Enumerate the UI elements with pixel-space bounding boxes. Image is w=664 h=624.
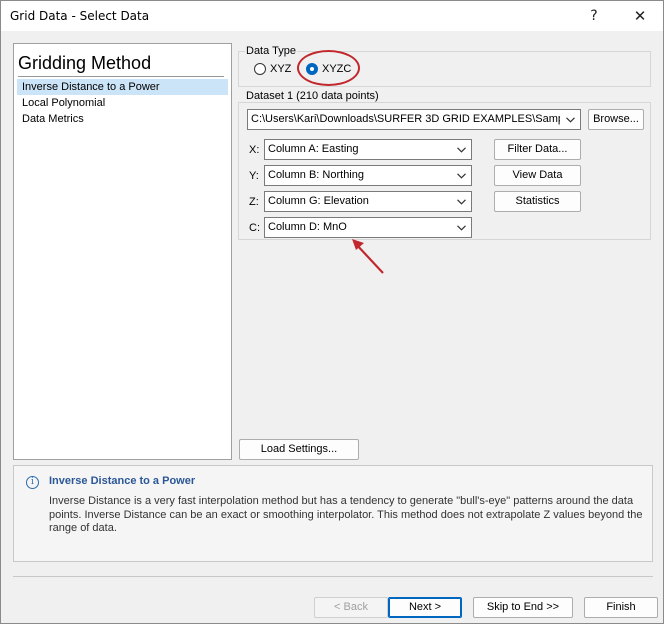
skip-to-end-button[interactable]: Skip to End >> xyxy=(473,597,573,618)
method-item-data-metrics[interactable]: Data Metrics xyxy=(17,111,228,127)
y-axis-label: Y: xyxy=(249,170,259,182)
chevron-down-icon xyxy=(455,192,467,211)
x-column-combo[interactable]: Column A: Easting xyxy=(264,139,472,160)
filter-data-button[interactable]: Filter Data... xyxy=(494,139,581,160)
title-divider xyxy=(18,76,224,77)
chevron-down-icon xyxy=(455,166,467,185)
data-type-label: Data Type xyxy=(245,45,297,57)
c-axis-label: C: xyxy=(249,222,260,234)
y-column-combo[interactable]: Column B: Northing xyxy=(264,165,472,186)
info-description: Inverse Distance is a very fast interpol… xyxy=(49,495,643,534)
load-settings-button[interactable]: Load Settings... xyxy=(239,439,359,460)
x-column-value: Column A: Easting xyxy=(268,143,359,155)
method-list: Inverse Distance to a Power Local Polyno… xyxy=(17,79,228,127)
close-button[interactable]: ✕ xyxy=(617,1,663,31)
help-button[interactable]: ? xyxy=(571,1,617,31)
chevron-down-icon xyxy=(455,140,467,159)
dataset-path-value: C:\Users\Kari\Downloads\SURFER 3D GRID E… xyxy=(251,113,560,125)
gridding-method-title: Gridding Method xyxy=(18,53,152,73)
c-column-value: Column D: MnO xyxy=(268,221,347,233)
x-axis-label: X: xyxy=(249,144,260,156)
annotation-arrow-icon xyxy=(352,239,384,274)
z-column-value: Column G: Elevation xyxy=(268,195,369,207)
gridding-method-panel: Gridding Method Inverse Distance to a Po… xyxy=(13,43,232,460)
radio-xyz-indicator xyxy=(254,63,266,75)
window-title: Grid Data - Select Data xyxy=(10,9,150,23)
dataset-path-combo[interactable]: C:\Users\Kari\Downloads\SURFER 3D GRID E… xyxy=(247,109,581,130)
annotation-highlight-ellipse xyxy=(297,50,360,86)
method-item-inverse-distance[interactable]: Inverse Distance to a Power xyxy=(17,79,228,95)
radio-xyz-label: XYZ xyxy=(270,63,292,75)
info-icon: i xyxy=(26,476,39,489)
grid-data-dialog: Grid Data - Select Data ? ✕ Gridding Met… xyxy=(0,0,664,624)
browse-button[interactable]: Browse... xyxy=(588,109,644,130)
radio-xyz[interactable]: XYZ xyxy=(254,63,291,75)
statistics-button[interactable]: Statistics xyxy=(494,191,581,212)
z-column-combo[interactable]: Column G: Elevation xyxy=(264,191,472,212)
back-button[interactable]: < Back xyxy=(314,597,388,618)
y-column-value: Column B: Northing xyxy=(268,169,364,181)
next-button[interactable]: Next > xyxy=(388,597,462,618)
chevron-down-icon xyxy=(564,110,576,129)
chevron-down-icon xyxy=(455,218,467,237)
method-item-local-polynomial[interactable]: Local Polynomial xyxy=(17,95,228,111)
info-title: Inverse Distance to a Power xyxy=(49,475,196,487)
view-data-button[interactable]: View Data xyxy=(494,165,581,186)
footer-divider xyxy=(13,576,653,577)
title-bar: Grid Data - Select Data ? ✕ xyxy=(1,1,663,31)
dataset-label: Dataset 1 (210 data points) xyxy=(245,90,380,102)
method-info-panel: i Inverse Distance to a Power Inverse Di… xyxy=(13,465,653,562)
finish-button[interactable]: Finish xyxy=(584,597,658,618)
z-axis-label: Z: xyxy=(249,196,259,208)
